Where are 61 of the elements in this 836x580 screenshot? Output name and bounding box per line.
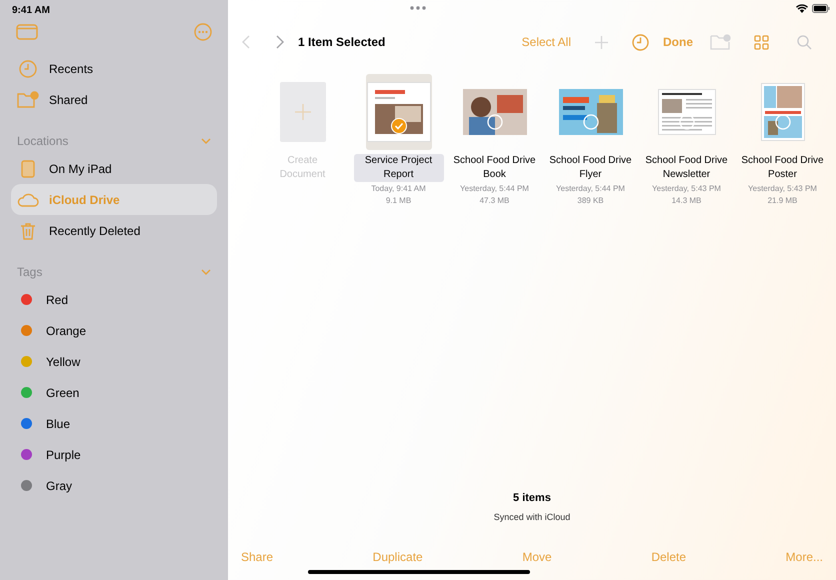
section-header: Tags <box>17 264 42 281</box>
sidebar-item[interactable]: Green <box>11 377 217 408</box>
section-header: Locations <box>17 133 68 150</box>
sidebar-item[interactable]: Shared <box>11 84 217 115</box>
wifi-icon <box>796 4 808 13</box>
file-name[interactable]: School Food Drive Poster <box>738 154 828 182</box>
sidebar-item[interactable]: Blue <box>11 408 217 439</box>
selection-circle-icon[interactable] <box>678 114 694 130</box>
file-size: 9.1 MB <box>386 195 412 207</box>
file-size: 21.9 MB <box>768 195 798 207</box>
add-icon[interactable] <box>595 36 608 48</box>
shared-folder-icon <box>17 90 39 108</box>
clock-icon <box>19 60 37 78</box>
file-size: 389 KB <box>577 195 604 207</box>
document-thumbnail-drawing[interactable] <box>558 89 622 135</box>
sidebar-item[interactable]: Red <box>11 284 217 315</box>
search-icon[interactable] <box>797 34 812 50</box>
document-thumbnail-drawing[interactable] <box>760 83 804 141</box>
back-icon[interactable] <box>242 35 250 49</box>
sidebar-item[interactable]: Yellow <box>11 346 217 377</box>
chevron-icon[interactable] <box>201 269 211 275</box>
clock-icon[interactable] <box>632 34 649 50</box>
sidebar-item[interactable]: On My iPad <box>11 153 217 184</box>
sidebar-item[interactable]: Recents <box>11 53 217 84</box>
selection-circle-icon[interactable] <box>582 114 598 130</box>
trash-icon <box>20 222 36 240</box>
selection-circle-icon[interactable] <box>774 114 790 130</box>
document-thumbnail-drawing[interactable] <box>366 82 430 142</box>
file-name[interactable]: Service Project Report <box>354 154 444 182</box>
document-thumbnail-drawing[interactable] <box>658 89 716 135</box>
file-size: 14.3 MB <box>672 195 702 207</box>
create-document-icon[interactable] <box>280 82 326 142</box>
battery-icon <box>812 4 830 13</box>
sidebar-item[interactable]: Gray <box>11 470 217 501</box>
multitasking-dots-icon[interactable] <box>410 6 426 10</box>
status-time: 9:41 AM <box>12 4 51 17</box>
sidebar-item[interactable]: Orange <box>11 315 217 346</box>
file-date: Yesterday, 5:43 PM <box>748 183 817 194</box>
file-date: Yesterday, 5:44 PM <box>460 183 529 194</box>
file-name[interactable]: School Food Drive Flyer <box>546 154 636 182</box>
document-thumbnail-drawing[interactable] <box>462 89 526 135</box>
sidebar-item[interactable]: Recently Deleted <box>11 215 217 246</box>
cloud-icon <box>17 192 39 208</box>
file-name[interactable]: School Food Drive Newsletter <box>642 154 732 182</box>
sidebar-toggle-icon[interactable] <box>16 24 38 40</box>
toolbar-title: 1 Item Selected <box>298 34 386 51</box>
selection-circle-icon[interactable] <box>486 114 502 130</box>
new-folder-icon[interactable] <box>710 34 731 50</box>
sidebar-item[interactable]: Purple <box>11 439 217 470</box>
more-options-icon[interactable] <box>194 23 212 41</box>
item-count: 5 items <box>513 491 551 506</box>
file-name[interactable]: School Food Drive Book <box>450 154 540 182</box>
forward-icon[interactable] <box>276 35 284 49</box>
file-date: Yesterday, 5:43 PM <box>652 183 721 194</box>
grid-view-icon[interactable] <box>754 34 769 50</box>
file-date: Today, 9:41 AM <box>371 183 426 194</box>
chevron-icon[interactable] <box>201 138 211 144</box>
ipad-icon <box>21 160 35 178</box>
file-size: 47.3 MB <box>480 195 510 207</box>
sync-status: Synced with iCloud <box>494 510 570 524</box>
file-date: Yesterday, 5:44 PM <box>556 183 625 194</box>
